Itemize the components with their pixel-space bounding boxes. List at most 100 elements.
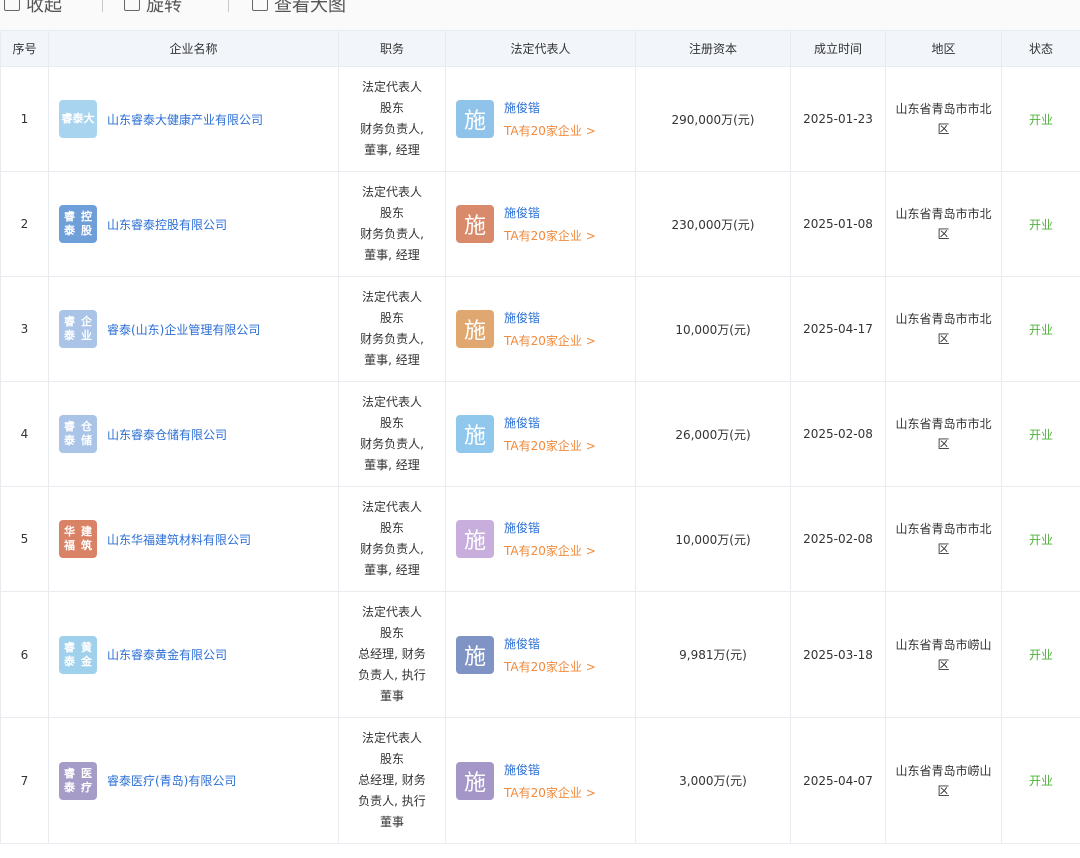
rep-name-link[interactable]: 施俊锴 [504, 309, 596, 326]
duty-line: 财务负责人, [360, 227, 424, 241]
founded-date-cell: 2025-02-08 [790, 486, 886, 592]
rep-more-companies-link[interactable]: TA有20家企业 > [504, 227, 596, 244]
header-capital: 注册资本 [635, 30, 791, 67]
legal-rep-info: 施 施俊锴 TA有20家企业 > [456, 635, 635, 675]
duty-line: 总经理, 财务 [358, 647, 426, 661]
founded-date-cell: 2025-02-08 [790, 381, 886, 487]
duty-line: 财务负责人, [360, 542, 424, 556]
company-name-link[interactable]: 山东睿泰大健康产业有限公司 [107, 111, 263, 128]
company-logo: 睿泰大 [59, 100, 97, 138]
duty-cell: 法定代表人 股东 总经理, 财务 负责人, 执行 董事 [338, 591, 446, 718]
collapse-button[interactable]: 收起 [4, 0, 62, 16]
duty-line: 董事 [379, 689, 404, 703]
company-info: 睿泰 仓储 山东睿泰仓储有限公司 [59, 415, 338, 453]
duty-line: 董事, 经理 [364, 248, 420, 262]
rep-more-companies-link[interactable]: TA有20家企业 > [504, 122, 596, 139]
capital-cell: 9,981万(元) [635, 591, 791, 718]
row-index: 2 [0, 171, 49, 277]
duty-line: 法定代表人 [361, 290, 422, 304]
company-name-link[interactable]: 山东睿泰仓储有限公司 [107, 426, 227, 443]
rep-avatar[interactable]: 施 [456, 310, 494, 348]
company-name-link[interactable]: 睿泰医疗(青岛)有限公司 [107, 772, 236, 789]
company-info: 睿泰 控股 山东睿泰控股有限公司 [59, 205, 338, 243]
region-cell: 山东省青岛市市北区 [885, 171, 1002, 277]
rep-avatar[interactable]: 施 [456, 635, 494, 674]
company-name-link[interactable]: 睿泰(山东)企业管理有限公司 [107, 321, 260, 338]
toolbar-divider [102, 0, 103, 12]
rep-text: 施俊锴 TA有20家企业 > [504, 761, 596, 801]
duty-line: 董事 [379, 815, 404, 829]
company-info: 睿泰 企业 睿泰(山东)企业管理有限公司 [59, 310, 338, 348]
capital-cell: 26,000万(元) [635, 381, 791, 487]
rep-name-link[interactable]: 施俊锴 [504, 99, 596, 116]
company-name-link[interactable]: 山东睿泰黄金有限公司 [107, 646, 227, 663]
row-index: 3 [0, 276, 49, 382]
legal-rep-cell: 施 施俊锴 TA有20家企业 > [445, 486, 636, 592]
view-large-button[interactable]: 查看大图 [252, 0, 346, 16]
image-toolbar: 收起 旋转 查看大图 [0, 0, 1080, 30]
company-cell: 睿泰 黄金 山东睿泰黄金有限公司 [48, 591, 339, 718]
header-company: 企业名称 [48, 30, 339, 67]
header-duty: 职务 [338, 30, 446, 67]
table-row: 1 睿泰大 山东睿泰大健康产业有限公司 法定代表人 股东 财务负责人, 董事, 经理 … [0, 66, 1080, 172]
rep-name-link[interactable]: 施俊锴 [504, 761, 596, 778]
rep-more-companies-link[interactable]: TA有20家企业 > [504, 437, 596, 454]
duty-line: 股东 [379, 416, 404, 430]
table-row: 7 睿泰 医疗 睿泰医疗(青岛)有限公司 法定代表人 股东 总经理, 财务 负责人, 执… [0, 717, 1080, 844]
duty-cell: 法定代表人股东财务负责人, 董事, 经理 [338, 486, 446, 592]
rep-more-companies-link[interactable]: TA有20家企业 > [504, 332, 596, 349]
duty-line: 股东 [379, 626, 404, 640]
header-legal-rep: 法定代表人 [445, 30, 636, 67]
rep-avatar[interactable]: 施 [456, 205, 494, 243]
company-name-link[interactable]: 山东华福建筑材料有限公司 [107, 531, 251, 548]
rep-name-link[interactable]: 施俊锴 [504, 519, 596, 536]
region-cell: 山东省青岛市市北区 [885, 486, 1002, 592]
rep-more-companies-link[interactable]: TA有20家企业 > [504, 784, 596, 801]
rep-text: 施俊锴 TA有20家企业 > [504, 309, 596, 349]
rep-text: 施俊锴 TA有20家企业 > [504, 519, 596, 559]
duty-line: 法定代表人 [361, 500, 422, 514]
company-logo: 睿泰 控股 [59, 205, 97, 243]
company-logo: 睿泰 医疗 [59, 761, 97, 800]
founded-date-cell: 2025-01-23 [790, 66, 886, 172]
rep-more-companies-link[interactable]: TA有20家企业 > [504, 542, 596, 559]
rotate-button[interactable]: 旋转 [124, 0, 182, 16]
duty-line: 财务负责人, [360, 437, 424, 451]
founded-date-cell: 2025-04-07 [790, 717, 886, 844]
duty-line: 法定代表人 [361, 80, 422, 94]
duty-line: 股东 [379, 521, 404, 535]
company-name-link[interactable]: 山东睿泰控股有限公司 [107, 216, 227, 233]
collapse-icon [4, 0, 20, 11]
company-logo: 睿泰 企业 [59, 310, 97, 348]
company-logo: 华福 建筑 [59, 520, 97, 558]
duty-line: 总经理, 财务 [358, 773, 426, 787]
rep-avatar[interactable]: 施 [456, 761, 494, 800]
company-cell: 华福 建筑 山东华福建筑材料有限公司 [48, 486, 339, 592]
duty-line: 法定代表人 [361, 185, 422, 199]
rep-name-link[interactable]: 施俊锴 [504, 635, 596, 652]
status-badge: 开业 [1001, 717, 1080, 844]
rep-more-companies-link[interactable]: TA有20家企业 > [504, 658, 596, 675]
rep-name-link[interactable]: 施俊锴 [504, 414, 596, 431]
rep-avatar[interactable]: 施 [456, 520, 494, 558]
legal-rep-cell: 施 施俊锴 TA有20家企业 > [445, 591, 636, 718]
duty-cell: 法定代表人 股东 财务负责人, 董事, 经理 [338, 381, 446, 487]
row-index: 1 [0, 66, 49, 172]
legal-rep-cell: 施 施俊锴 TA有20家企业 > [445, 717, 636, 844]
duty-cell: 法定代表人 股东 财务负责人, 董事, 经理 [338, 276, 446, 382]
duty-line: 董事, 经理 [364, 353, 420, 367]
table-row: 2 睿泰 控股 山东睿泰控股有限公司 法定代表人 股东 财务负责人, 董事, 经理 施 … [0, 171, 1080, 277]
company-info: 睿泰大 山东睿泰大健康产业有限公司 [59, 100, 338, 138]
duty-line: 董事, 经理 [364, 563, 420, 577]
table-row: 5 华福 建筑 山东华福建筑材料有限公司 法定代表人 股东 财务负责人, 董事, 经理 … [0, 486, 1080, 592]
rep-text: 施俊锴 TA有20家企业 > [504, 414, 596, 454]
rep-name-link[interactable]: 施俊锴 [504, 204, 596, 221]
rep-avatar[interactable]: 施 [456, 415, 494, 453]
rotate-icon [124, 0, 140, 11]
rep-avatar[interactable]: 施 [456, 100, 494, 138]
legal-rep-info: 施 施俊锴 TA有20家企业 > [456, 414, 635, 454]
toolbar-divider [228, 0, 229, 12]
capital-cell: 3,000万(元) [635, 717, 791, 844]
founded-date-cell: 2025-04-17 [790, 276, 886, 382]
region-cell: 山东省青岛市崂山区 [885, 717, 1002, 844]
